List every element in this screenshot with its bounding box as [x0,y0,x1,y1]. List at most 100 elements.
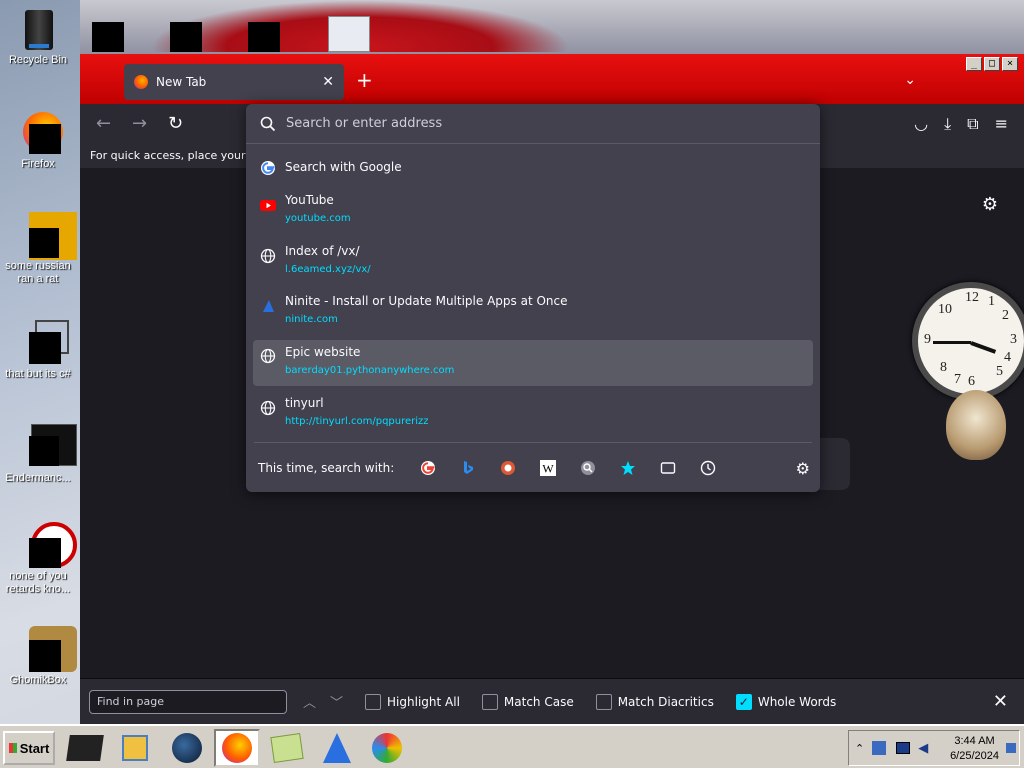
find-previous-chevron-up-icon[interactable]: ︿ [303,692,316,711]
app-icon [15,212,77,260]
result-row[interactable]: Index of /vx/ l.6eamed.xyz/vx/ [253,243,813,287]
desktop-icon-label: Firefox [21,158,55,170]
taskbar-clock[interactable]: 3:44 AM 6/25/2024 [950,734,999,764]
search-box-remnant [818,438,850,490]
downloads-icon[interactable]: ⤓ [944,114,951,134]
result-url: barerday01.pythonanywhere.com [285,365,455,376]
hamster-widget [946,390,1006,460]
search-with-google-row[interactable]: Search with Google [253,156,813,182]
find-next-chevron-down-icon[interactable]: ﹀ [330,692,343,711]
list-all-tabs-chevron-icon[interactable]: ⌄ [904,72,916,88]
result-url: youtube.com [285,213,351,224]
desktop-icon-label: Recycle Bin [8,54,68,66]
forward-arrow-icon[interactable]: → [132,114,147,134]
whole-words-checkbox[interactable]: ✓ Whole Words [735,693,836,710]
firefox-icon [134,75,148,89]
start-button[interactable]: Start [3,731,55,765]
notification-icon[interactable] [1006,743,1016,753]
toolbar-right: ◡ ⤓ ⧉ ≡ [914,114,1008,134]
desktop-icon-russian-rat[interactable]: some russian ran a rat [0,212,77,286]
duckduckgo-icon[interactable] [488,456,528,480]
result-row-selected[interactable]: Epic website barerday01.pythonanywhere.c… [253,340,813,386]
match-diacritics-checkbox[interactable]: Match Diacritics [595,693,714,710]
desktop-icon-label: that but its c# [5,368,71,380]
tabs-icon[interactable] [648,456,688,480]
address-input[interactable] [286,116,786,131]
taskbar-app-globe[interactable] [164,729,210,767]
checkbox-label: Highlight All [387,694,460,709]
tray-expand-chevron-icon[interactable]: ⌃ [855,742,864,755]
find-in-page-input[interactable] [89,689,287,714]
search-settings-gear-icon[interactable]: ⚙ [796,459,810,478]
checkbox-box [481,693,498,710]
desktop-icon-recycle-bin[interactable]: Recycle Bin [0,6,76,67]
desktop-icon-window[interactable] [328,16,370,52]
bing-icon[interactable] [448,456,488,480]
menu-hamburger-icon[interactable]: ≡ [995,114,1008,134]
bookmarks-hint-text: For quick access, place your boo [90,149,270,162]
tab-new-tab[interactable]: New Tab ✕ [124,64,344,100]
close-window-button[interactable]: × [1002,57,1018,71]
desktop-icon-ghomikbox[interactable]: GhomikBox [0,626,77,687]
desktop-icon-endermanch[interactable]: Endermanc... [0,424,77,485]
result-title: Ninite - Install or Update Multiple Apps… [285,294,568,308]
one-off-label: This time, search with: [258,461,395,475]
recycle-bin-icon [15,6,61,52]
desktop-icon-none-of-you[interactable]: none of you retards kno... [0,522,77,596]
app-icon [15,320,69,366]
tab-label: New Tab [156,75,207,89]
result-row[interactable]: Ninite - Install or Update Multiple Apps… [253,293,813,337]
search-icon[interactable] [568,456,608,480]
divider [254,442,812,443]
extensions-puzzle-icon[interactable]: ⧉ [967,114,978,134]
display-icon[interactable] [896,742,911,754]
google-icon[interactable] [408,456,448,480]
match-case-checkbox[interactable]: Match Case [481,693,574,710]
taskbar-app-ninite[interactable] [314,729,360,767]
network-icon[interactable] [872,741,887,755]
google-icon [261,161,275,175]
close-tab-icon[interactable]: ✕ [322,74,334,90]
volume-icon[interactable]: ◀ [918,741,928,756]
desktop-icon-csharp[interactable]: that but its c# [0,320,76,381]
wikipedia-icon[interactable]: W [528,456,568,480]
desktop-icon-censored[interactable] [92,22,124,52]
youtube-icon [260,200,276,211]
reload-icon[interactable]: ↻ [168,114,183,134]
history-icon[interactable] [688,456,728,480]
result-title: YouTube [285,193,334,207]
maximize-button[interactable]: □ [984,57,1000,71]
pocket-icon[interactable]: ◡ [914,114,928,134]
taskbar: Start ⌃ ◀ 3:44 AM 6/25/2024 [0,724,1024,768]
ninite-icon [263,300,274,312]
bookmarks-star-icon[interactable] [608,456,648,480]
svg-text:W: W [543,462,555,476]
result-url: http://tinyurl.com/pqpurerizz [285,416,429,427]
page-settings-gear-icon[interactable]: ⚙ [982,194,998,215]
firefox-icon [15,110,63,156]
minimize-button[interactable]: _ [966,57,982,71]
close-find-bar-icon[interactable]: ✕ [993,691,1008,712]
result-row[interactable]: tinyurl http://tinyurl.com/pqpurerizz [253,395,813,439]
new-tab-button[interactable]: + [356,70,373,90]
checkbox-box [365,693,382,710]
desktop-icon-label: GhomikBox [9,674,67,686]
taskbar-app-media[interactable] [112,729,158,767]
taskbar-app-terminal[interactable] [62,729,108,767]
globe-icon [260,248,276,264]
taskbar-app-firefox[interactable] [214,729,260,767]
back-arrow-icon[interactable]: ← [96,114,111,134]
desktop-icon-censored[interactable] [170,22,202,52]
taskbar-app-orb[interactable] [364,729,410,767]
highlight-all-checkbox[interactable]: Highlight All [365,693,460,710]
checkbox-box [595,693,612,710]
desktop-icon-censored[interactable] [248,22,280,52]
search-icon [260,116,276,131]
checkbox-label: Match Diacritics [617,694,714,709]
clock-time: 3:44 AM [954,735,995,747]
desktop-icon-firefox[interactable]: Firefox [0,110,76,171]
taskbar-app-folder[interactable] [264,729,310,767]
result-row[interactable]: YouTube youtube.com [253,192,813,236]
title-bar: _ □ × New Tab ✕ + ⌄ [80,54,1024,104]
clock-minute-hand [933,341,971,344]
